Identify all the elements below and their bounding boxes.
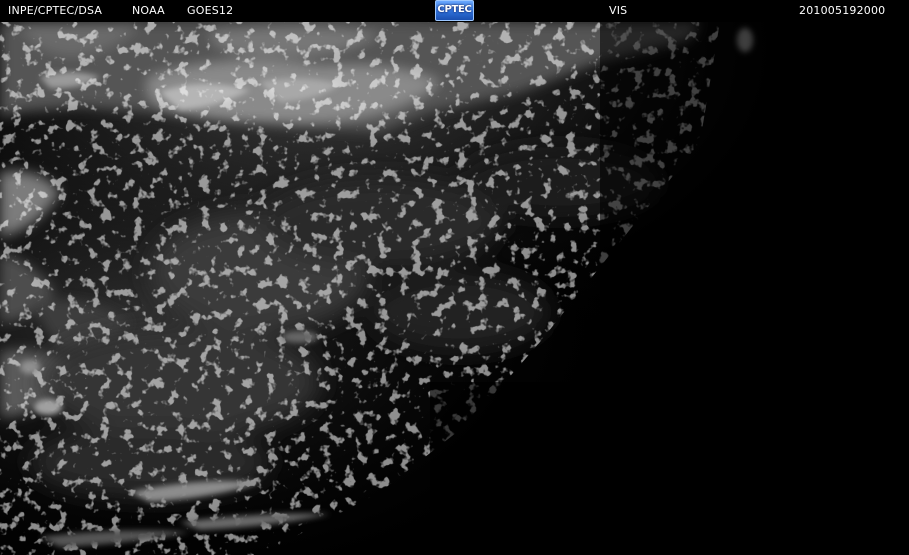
timestamp-label: 201005192000 — [799, 4, 886, 17]
institution-label: INPE/CPTEC/DSA — [8, 4, 103, 17]
lower-right-mask — [430, 382, 909, 555]
channel-label: VIS — [609, 4, 628, 17]
satellite-visible-imagery — [0, 22, 909, 555]
cptec-logo-text: CPTEC — [437, 4, 472, 15]
cptec-logo: CPTEC — [435, 0, 474, 21]
satellite-label: GOES12 — [187, 4, 234, 17]
agency-label: NOAA — [132, 4, 165, 17]
satellite-image-frame: INPE/CPTEC/DSA NOAA GOES12 VIS 201005192… — [0, 0, 909, 555]
